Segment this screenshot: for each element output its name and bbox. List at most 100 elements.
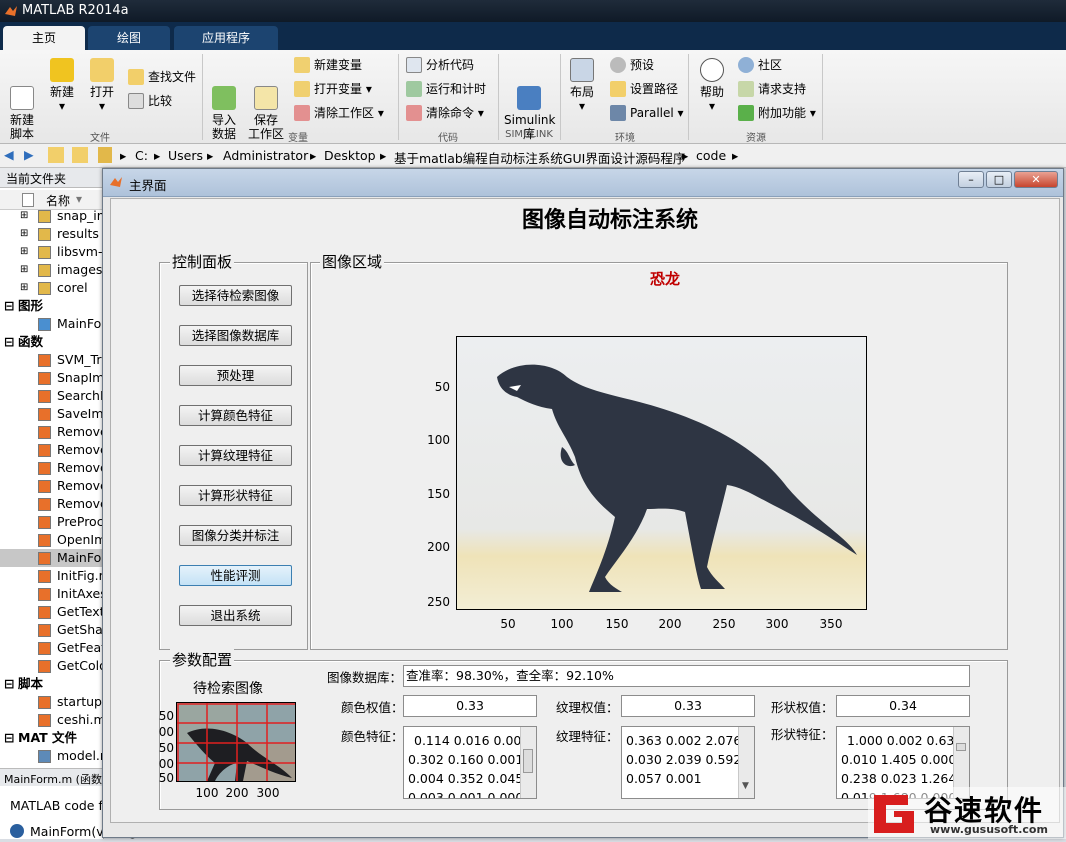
file-list-item[interactable]: SnapIm — [0, 369, 104, 387]
select-query-image-button[interactable]: 选择待检索图像 — [179, 285, 292, 306]
back-arrow-icon[interactable]: ◀ — [4, 147, 14, 162]
expand-icon[interactable]: ⊞ — [20, 207, 28, 225]
thumb-x-tick-label: 100 — [195, 786, 219, 800]
new-button[interactable]: 新建 ▾ — [46, 58, 78, 113]
file-list-item[interactable]: ⊞ corel — [0, 279, 104, 297]
file-list-item[interactable]: Remove — [0, 441, 104, 459]
file-list-item[interactable]: MainFo — [0, 549, 104, 567]
open-variable-button[interactable]: 打开变量 ▾ — [294, 80, 372, 98]
shape-feature-button[interactable]: 计算形状特征 — [179, 485, 292, 506]
scrollbar-thumb[interactable] — [956, 743, 966, 751]
set-path-button[interactable]: 设置路径 — [610, 80, 678, 98]
file-list-item[interactable]: Remove — [0, 423, 104, 441]
texture-feature-list[interactable]: 0.363 0.002 2.076 0.030 2.039 0.592 0.05… — [621, 726, 755, 799]
file-list-item[interactable]: Remove — [0, 459, 104, 477]
clear-workspace-button[interactable]: 清除工作区 ▾ — [294, 104, 384, 122]
file-list-item[interactable]: InitFig.m — [0, 567, 104, 585]
breadcrumb-item[interactable]: Desktop — [324, 148, 376, 163]
file-list-item[interactable]: GetShap — [0, 621, 104, 639]
minimize-button[interactable]: – — [958, 171, 984, 188]
file-list-item[interactable]: ceshi.m — [0, 711, 104, 729]
database-result-field[interactable]: 查准率：98.30%，查全率：92.10% — [403, 665, 970, 687]
file-list-item[interactable]: ⊞ libsvm-3 — [0, 243, 104, 261]
compare-button[interactable]: 比较 — [128, 92, 172, 110]
addons-button[interactable]: 附加功能 ▾ — [738, 104, 816, 122]
color-feature-list[interactable]: 0.114 0.016 0.002 0.302 0.160 0.001 0.00… — [403, 726, 537, 799]
file-list-item[interactable]: Remove — [0, 477, 104, 495]
tab-home[interactable]: 主页 — [3, 26, 85, 50]
color-feature-button[interactable]: 计算颜色特征 — [179, 405, 292, 426]
classify-annotate-button[interactable]: 图像分类并标注 — [179, 525, 292, 546]
collapse-icon[interactable]: ⊟ — [4, 675, 14, 693]
file-list-item[interactable]: Remove — [0, 495, 104, 513]
section-header[interactable]: ⊟ 函数 — [0, 333, 104, 351]
file-list-item[interactable]: ⊞ images — [0, 261, 104, 279]
collapse-icon[interactable]: ⊟ — [4, 729, 14, 747]
new-script-button[interactable]: 新建 脚本 — [6, 58, 38, 155]
scrollbar-thumb[interactable] — [523, 749, 533, 773]
section-header[interactable]: ⊟ MAT 文件 — [0, 729, 104, 747]
import-data-button[interactable]: 导入 数据 — [208, 58, 240, 155]
breadcrumb-item[interactable]: C: — [135, 148, 148, 163]
file-list-item[interactable]: GetText — [0, 603, 104, 621]
ribbon-separator — [398, 54, 399, 140]
preprocess-button[interactable]: 预处理 — [179, 365, 292, 386]
clear-commands-button[interactable]: 清除命令 ▾ — [406, 104, 484, 122]
parallel-button[interactable]: Parallel ▾ — [610, 104, 684, 122]
new-variable-button[interactable]: 新建变量 — [294, 56, 362, 74]
file-list-item[interactable]: MainFor — [0, 315, 104, 333]
find-files-button[interactable]: 查找文件 — [128, 68, 196, 86]
preferences-button[interactable]: 预设 — [610, 56, 654, 74]
up-folder-icon[interactable] — [48, 147, 64, 163]
scrollbar[interactable] — [520, 727, 536, 798]
file-list-item[interactable]: GetFeat — [0, 639, 104, 657]
simulink-library-button[interactable]: Simulink 库 — [504, 58, 555, 155]
collapse-icon[interactable]: ⊟ — [4, 297, 14, 315]
texture-feature-button[interactable]: 计算纹理特征 — [179, 445, 292, 466]
file-list-item[interactable]: GetColo — [0, 657, 104, 675]
open-button[interactable]: 打开 ▾ — [86, 58, 118, 113]
breadcrumb-item[interactable]: Administrator — [223, 148, 308, 163]
browse-folder-icon[interactable] — [72, 147, 88, 163]
file-list-item[interactable]: startup. — [0, 693, 104, 711]
list-item: 0.004 0.352 0.045 — [408, 771, 524, 786]
file-list-item[interactable]: OpenIm — [0, 531, 104, 549]
analyze-code-button[interactable]: 分析代码 — [406, 56, 474, 74]
file-list-item[interactable]: SVM_Tr — [0, 351, 104, 369]
file-list-item[interactable]: SaveIma — [0, 405, 104, 423]
shape-weight-field[interactable]: 0.34 — [836, 695, 970, 717]
file-list-item[interactable]: ⊞ results — [0, 225, 104, 243]
close-button[interactable]: ✕ — [1014, 171, 1058, 188]
community-button[interactable]: 社区 — [738, 56, 782, 74]
color-weight-field[interactable]: 0.33 — [403, 695, 537, 717]
select-database-button[interactable]: 选择图像数据库 — [179, 325, 292, 346]
expand-icon[interactable]: ⊞ — [20, 243, 28, 261]
file-list-item[interactable]: PreProc — [0, 513, 104, 531]
run-and-time-button[interactable]: 运行和计时 — [406, 80, 486, 98]
breadcrumb-item[interactable]: 基于matlab编程自动标注系统GUI界面设计源码程序 — [394, 148, 685, 167]
texture-weight-field[interactable]: 0.33 — [621, 695, 755, 717]
maximize-button[interactable]: □ — [986, 171, 1012, 188]
tab-apps[interactable]: 应用程序 — [174, 26, 278, 50]
scroll-down-icon[interactable]: ▼ — [742, 777, 749, 796]
help-button[interactable]: 帮助 ▾ — [696, 58, 728, 113]
expand-icon[interactable]: ⊞ — [20, 225, 28, 243]
section-header[interactable]: ⊟ 图形 — [0, 297, 104, 315]
file-list-item[interactable]: ⊞ snap_im — [0, 207, 104, 225]
tab-plots[interactable]: 绘图 — [88, 26, 170, 50]
breadcrumb-item[interactable]: code — [696, 148, 726, 163]
file-list-item[interactable]: model.m — [0, 747, 104, 765]
breadcrumb-item[interactable]: Users — [168, 148, 203, 163]
request-support-button[interactable]: 请求支持 — [738, 80, 806, 98]
performance-eval-button[interactable]: 性能评测 — [179, 565, 292, 586]
collapse-icon[interactable]: ⊟ — [4, 333, 14, 351]
layout-button[interactable]: 布局 ▾ — [566, 58, 598, 113]
section-header[interactable]: ⊟ 脚本 — [0, 675, 104, 693]
file-list-item[interactable]: InitAxes — [0, 585, 104, 603]
expand-icon[interactable]: ⊞ — [20, 261, 28, 279]
scrollbar[interactable]: ▼ — [738, 727, 754, 798]
forward-arrow-icon[interactable]: ▶ — [24, 147, 34, 162]
file-list-item[interactable]: SearchR — [0, 387, 104, 405]
exit-system-button[interactable]: 退出系统 — [179, 605, 292, 626]
expand-icon[interactable]: ⊞ — [20, 279, 28, 297]
